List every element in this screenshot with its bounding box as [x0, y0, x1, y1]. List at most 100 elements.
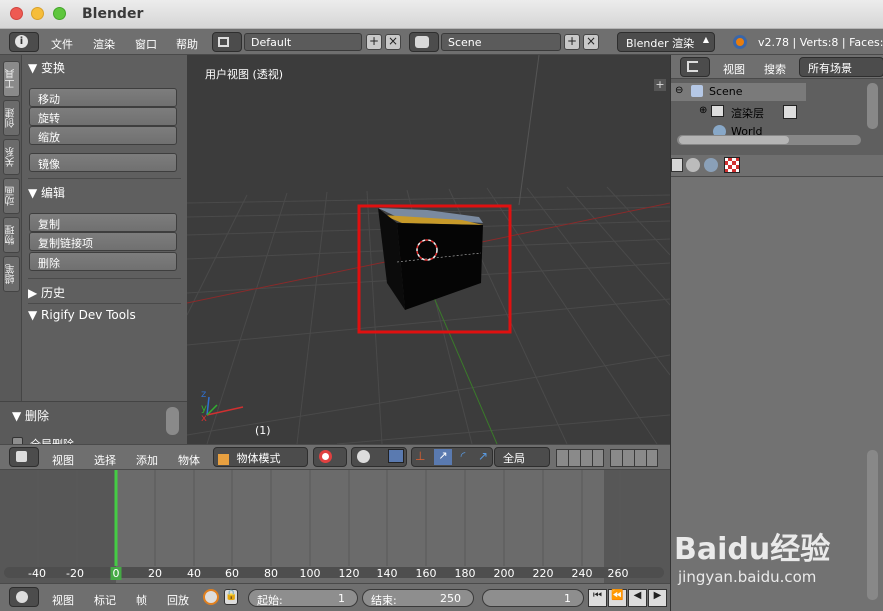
timeline-menu-marker[interactable]: 标记 — [94, 592, 116, 608]
outliner-view-menu[interactable]: 视图 — [723, 61, 745, 77]
pivot-dropdown[interactable] — [351, 447, 407, 467]
collapse-icon[interactable]: ⊖ — [675, 85, 683, 96]
delete-button[interactable]: 删除 — [29, 252, 177, 271]
duplicate-linked-button[interactable]: 复制链接项 — [29, 232, 177, 251]
play-reverse-icon[interactable]: ◀ — [628, 589, 647, 607]
outliner-row-scene[interactable]: ⊖ Scene — [671, 83, 806, 101]
editor-type-button[interactable]: i — [9, 32, 39, 52]
tool-shelf-tabs: 工具 创建 关系 动画 物理 蜡笔 — [0, 55, 22, 444]
outliner-editor-type[interactable] — [680, 57, 710, 77]
blender-logo-icon — [733, 35, 747, 49]
window-titlebar: Blender — [0, 0, 883, 29]
render-layer-toggle-icon[interactable] — [783, 105, 797, 119]
outliner-search-menu[interactable]: 搜索 — [764, 61, 786, 77]
view3d-menu-select[interactable]: 选择 — [94, 452, 116, 468]
scale-button[interactable]: 缩放 — [29, 126, 177, 145]
scene-label: Scene — [709, 85, 743, 98]
scale-manipulator-icon[interactable]: ↗ — [474, 449, 492, 465]
transform-orientation-dropdown[interactable]: 全局 — [494, 447, 550, 467]
translate-button[interactable]: 移动 — [29, 88, 177, 107]
scene-selector[interactable] — [409, 32, 439, 52]
timeline-menu-playback[interactable]: 回放 — [167, 592, 189, 608]
operator-scrollbar[interactable] — [166, 407, 179, 435]
delete-scene-button[interactable]: × — [583, 34, 599, 50]
outliner-hscrollbar[interactable] — [677, 135, 861, 145]
cube-face-front — [397, 223, 483, 310]
cube-icon — [16, 451, 27, 462]
timeline[interactable]: -40 -20 0 20 40 60 80 100 120 140 160 18… — [0, 470, 670, 583]
render-engine-dropdown[interactable]: Blender 渲染 ▲ — [617, 32, 715, 52]
add-screen-button[interactable]: + — [366, 34, 382, 50]
outliner-row-renderlayers[interactable]: ⊕ 渲染层 — [671, 103, 806, 121]
properties-toggle-icon[interactable]: + — [654, 79, 666, 91]
tab-relations[interactable]: 关系 — [3, 139, 20, 175]
timeline-menu-view[interactable]: 视图 — [52, 592, 74, 608]
tab-animation[interactable]: 动画 — [3, 178, 20, 214]
screen-layout-field[interactable]: Default — [244, 33, 362, 51]
start-frame-field[interactable]: 起始: 1 — [248, 589, 358, 607]
layer-buttons-2[interactable] — [610, 449, 658, 467]
current-frame-field[interactable]: 1 — [482, 589, 584, 607]
view3d-menu-object[interactable]: 物体 — [178, 452, 200, 468]
tab-create[interactable]: 创建 — [3, 100, 20, 136]
screen-layout-selector[interactable] — [212, 32, 242, 52]
panel-transform-header[interactable]: ▼ 变换 — [28, 59, 65, 76]
manipulator-toggle-icon[interactable]: ⊥ — [415, 449, 431, 465]
lock-icon[interactable]: 🔒 — [224, 589, 238, 605]
tab-tools[interactable]: 工具 — [3, 61, 20, 97]
scene-tab-icon[interactable] — [686, 158, 700, 172]
close-window-button[interactable] — [10, 7, 23, 20]
viewport-shading-dropdown[interactable] — [313, 447, 347, 467]
timeline-scrollbar[interactable] — [4, 567, 664, 578]
rotate-button[interactable]: 旋转 — [29, 107, 177, 126]
minimize-window-button[interactable] — [31, 7, 44, 20]
expand-icon[interactable]: ⊕ — [699, 105, 707, 116]
limit-selection-icon[interactable] — [388, 449, 404, 463]
watermark: Baidu经验 jingyan.baidu.com — [672, 520, 880, 600]
view3d-menu-add[interactable]: 添加 — [136, 452, 158, 468]
play-icon[interactable]: ▶ — [648, 589, 667, 607]
tab-physics[interactable]: 物理 — [3, 217, 20, 253]
operator-panel-header[interactable]: ▼ 删除 — [12, 407, 49, 424]
timeline-menu-frame[interactable]: 帧 — [136, 592, 147, 608]
outliner-icon — [687, 61, 698, 72]
menu-file[interactable]: 文件 — [51, 36, 73, 52]
mode-dropdown[interactable]: 物体模式 — [213, 447, 308, 467]
clock-icon — [16, 591, 28, 603]
render-tab-icon[interactable] — [671, 158, 683, 172]
outliner-vscrollbar[interactable] — [867, 83, 878, 129]
tick-label: 100 — [299, 567, 321, 580]
outliner-hscroll-thumb[interactable] — [679, 136, 789, 144]
info-icon: i — [15, 35, 28, 48]
layer-buttons-1[interactable] — [556, 449, 604, 467]
scene-field[interactable]: Scene — [441, 33, 561, 51]
manipulator-group: ⊥ ↗ ◜ ↗ — [411, 447, 493, 467]
prev-keyframe-icon[interactable]: ⏪ — [608, 589, 627, 607]
current-frame-value: 1 — [564, 592, 571, 605]
maximize-window-button[interactable] — [53, 7, 66, 20]
scene-stats: v2.78 | Verts:8 | Faces:6 — [758, 36, 883, 49]
texture-tab-icon[interactable] — [724, 157, 740, 173]
add-scene-button[interactable]: + — [564, 34, 580, 50]
mirror-button[interactable]: 镜像 — [29, 153, 177, 172]
timeline-editor-type[interactable] — [9, 587, 39, 607]
menu-window[interactable]: 窗口 — [135, 36, 157, 52]
jump-start-icon[interactable]: ⏮ — [588, 589, 607, 607]
world-tab-icon[interactable] — [704, 158, 718, 172]
translate-manipulator-icon[interactable]: ↗ — [434, 449, 452, 465]
delete-screen-button[interactable]: × — [385, 34, 401, 50]
panel-rigify-header[interactable]: ▼ Rigify Dev Tools — [28, 308, 136, 322]
preview-range-icon[interactable] — [203, 589, 219, 605]
panel-history-header[interactable]: ▶ 历史 — [28, 284, 65, 301]
end-frame-field[interactable]: 结束: 250 — [362, 589, 474, 607]
rotate-manipulator-icon[interactable]: ◜ — [454, 449, 472, 465]
tab-grease-pencil[interactable]: 蜡笔 — [3, 256, 20, 292]
menu-help[interactable]: 帮助 — [176, 36, 198, 52]
menu-render[interactable]: 渲染 — [93, 36, 115, 52]
view3d-menu-view[interactable]: 视图 — [52, 452, 74, 468]
outliner-filter-dropdown[interactable]: 所有场景 — [799, 57, 883, 77]
view3d-editor-type[interactable] — [9, 447, 39, 467]
3d-viewport[interactable]: z y x 用户视图 (透视) (1) + — [187, 55, 670, 444]
panel-edit-header[interactable]: ▼ 编辑 — [28, 184, 65, 201]
duplicate-button[interactable]: 复制 — [29, 213, 177, 232]
